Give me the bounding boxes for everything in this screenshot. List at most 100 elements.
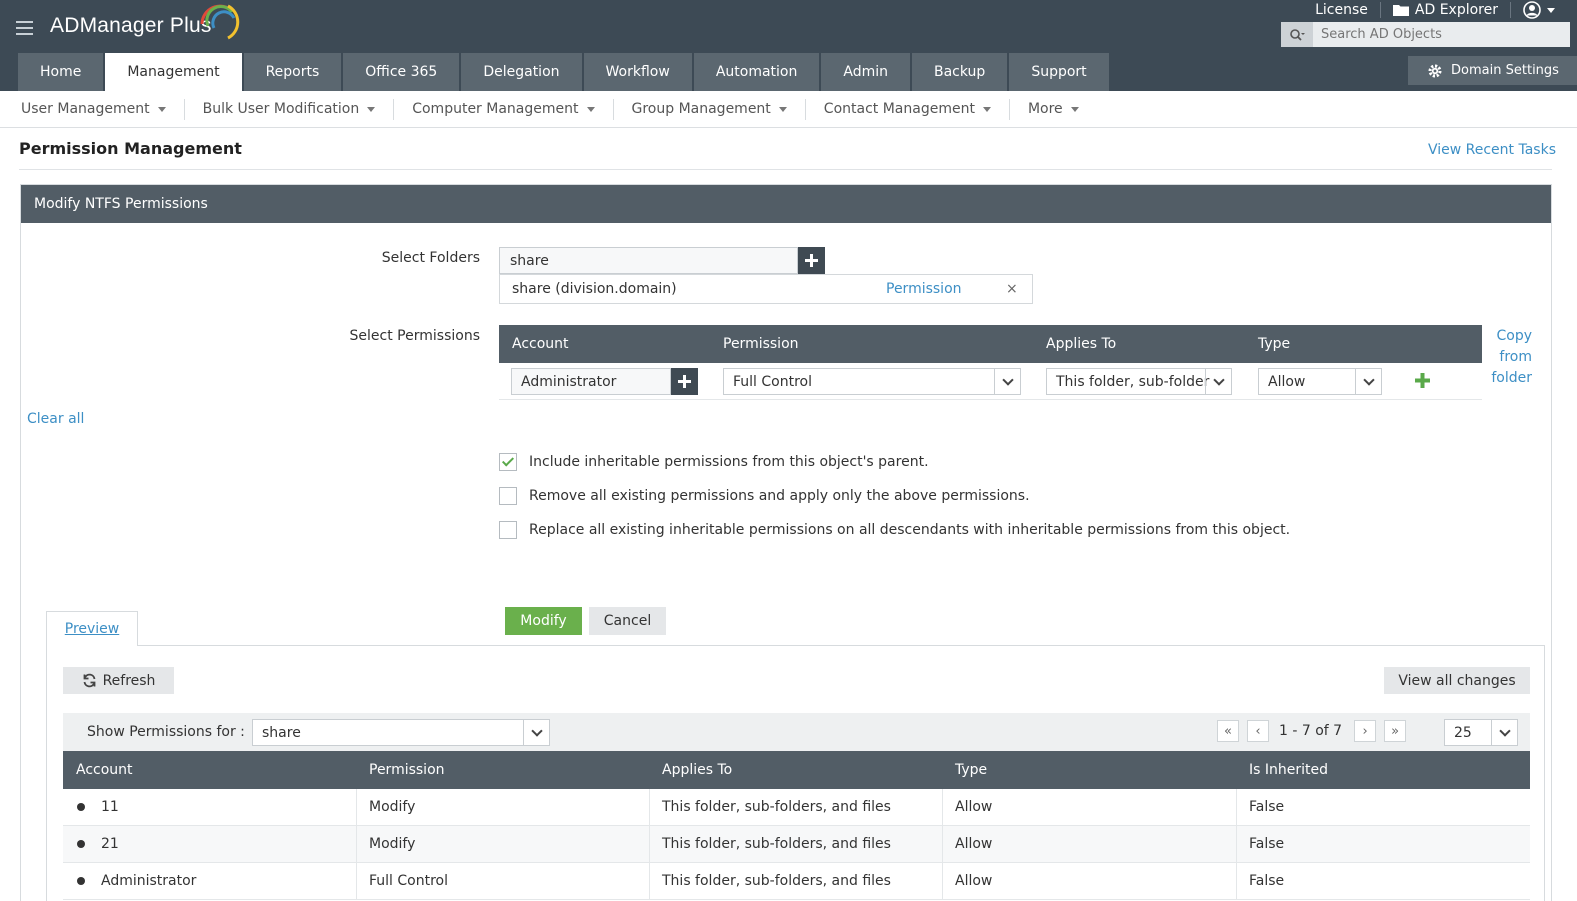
tab-workflow[interactable]: Workflow xyxy=(583,53,692,91)
cell-type: Allow xyxy=(955,873,993,889)
remove-folder-icon[interactable]: × xyxy=(1006,281,1018,297)
show-permissions-select[interactable]: share xyxy=(252,719,550,746)
divider xyxy=(1236,789,1237,826)
cell-permission: Full Control xyxy=(369,873,448,889)
next-page-button[interactable]: › xyxy=(1354,720,1377,742)
checkbox[interactable] xyxy=(499,521,517,539)
first-page-button[interactable]: « xyxy=(1217,720,1239,742)
menu-icon[interactable] xyxy=(16,21,33,35)
copy-from-folder-link[interactable]: Copy from folder xyxy=(1482,326,1532,389)
chevron-down-icon xyxy=(586,106,595,112)
subnav-computer-management[interactable]: Computer Management xyxy=(412,98,614,120)
subnav-group-management[interactable]: Group Management xyxy=(631,98,806,120)
page-size-select[interactable]: 25 xyxy=(1444,719,1518,746)
subnav-more[interactable]: More xyxy=(1028,99,1097,120)
app-logo[interactable]: ADManager Plus xyxy=(50,14,212,38)
divider xyxy=(19,169,1552,170)
chevron-down-icon xyxy=(1491,720,1517,745)
refresh-button[interactable]: Refresh xyxy=(63,667,174,694)
option-include-inheritable[interactable]: Include inheritable permissions from thi… xyxy=(499,453,929,471)
tab-automation[interactable]: Automation xyxy=(693,53,820,91)
search-glyph-icon xyxy=(1290,28,1305,41)
plus-icon xyxy=(805,254,818,267)
user-menu[interactable] xyxy=(1511,0,1567,20)
top-header: ADManager Plus License AD Explorer Searc… xyxy=(0,0,1577,91)
show-permissions-value: share xyxy=(262,724,301,741)
refresh-label: Refresh xyxy=(102,672,156,689)
domain-settings-button[interactable]: Domain Settings xyxy=(1408,56,1577,85)
divider xyxy=(1236,863,1237,900)
chevron-down-icon xyxy=(778,106,787,112)
search-icon[interactable] xyxy=(1281,22,1313,47)
subnav-label: Contact Management xyxy=(823,101,975,117)
preview-tab-label: Preview xyxy=(64,621,120,637)
chevron-down-icon xyxy=(157,106,166,112)
divider xyxy=(356,826,357,863)
tab-support[interactable]: Support xyxy=(1009,53,1109,91)
subnav-label: Group Management xyxy=(631,101,771,117)
checkbox[interactable] xyxy=(499,487,517,505)
tab-backup[interactable]: Backup xyxy=(911,53,1008,91)
preview-panel: Refresh View all changes Show Permission… xyxy=(46,645,1545,901)
chevron-down-icon xyxy=(367,106,376,112)
checkbox-checked[interactable] xyxy=(499,453,517,471)
tab-reports[interactable]: Reports xyxy=(243,53,342,91)
subnav-bulk-user-modification[interactable]: Bulk User Modification xyxy=(202,98,395,120)
page-range-text: 1 - 7 of 7 xyxy=(1279,723,1343,739)
chevron-down-icon xyxy=(1070,106,1079,112)
prev-page-button[interactable]: ‹ xyxy=(1247,720,1269,742)
folder-input[interactable]: share xyxy=(499,247,798,274)
clear-all-link[interactable]: Clear all xyxy=(27,411,84,427)
option-replace-descendants[interactable]: Replace all existing inheritable permiss… xyxy=(499,521,1290,539)
chevron-down-icon xyxy=(1205,369,1231,394)
subnav-user-management[interactable]: User Management xyxy=(21,98,185,120)
applies-to-select[interactable]: This folder, sub-folder xyxy=(1046,368,1232,395)
copy-text: from xyxy=(1499,349,1532,365)
col-account: Account xyxy=(512,336,569,352)
divider xyxy=(649,863,650,900)
tab-home[interactable]: Home xyxy=(18,53,104,91)
cell-applies-to: This folder, sub-folders, and files xyxy=(662,873,891,889)
account-input[interactable]: Administrator xyxy=(511,368,671,395)
add-account-button[interactable] xyxy=(671,368,698,395)
option-remove-existing[interactable]: Remove all existing permissions and appl… xyxy=(499,487,1030,505)
add-permission-row-icon[interactable] xyxy=(1415,373,1430,388)
subnav-label: Bulk User Modification xyxy=(202,101,360,117)
ad-explorer-link[interactable]: AD Explorer xyxy=(1381,0,1510,20)
add-folder-button[interactable] xyxy=(798,247,825,274)
cancel-button[interactable]: Cancel xyxy=(589,607,666,635)
show-permissions-bar: Show Permissions for : share « ‹ 1 - 7 o… xyxy=(63,713,1530,751)
refresh-icon xyxy=(83,673,95,688)
table-row[interactable]: Administrator Full Control This folder, … xyxy=(63,863,1530,900)
col-account: Account xyxy=(76,762,133,778)
table-row[interactable]: 21 Modify This folder, sub-folders, and … xyxy=(63,826,1530,863)
tab-management[interactable]: Management xyxy=(105,53,242,91)
folder-permission-link[interactable]: Permission xyxy=(886,281,962,297)
subnav-label: More xyxy=(1027,101,1063,117)
select-permissions-label: Select Permissions xyxy=(349,328,480,344)
view-all-changes-button[interactable]: View all changes xyxy=(1384,667,1530,694)
table-row[interactable]: 11 Modify This folder, sub-folders, and … xyxy=(63,789,1530,826)
license-link[interactable]: License xyxy=(1303,0,1380,20)
tab-delegation[interactable]: Delegation xyxy=(461,53,582,91)
selected-folder-name: share (division.domain) xyxy=(512,281,677,297)
tab-preview[interactable]: Preview xyxy=(46,611,138,646)
modify-button[interactable]: Modify xyxy=(505,607,582,635)
tab-admin[interactable]: Admin xyxy=(821,53,910,91)
type-select[interactable]: Allow xyxy=(1258,368,1382,395)
view-recent-tasks-link[interactable]: View Recent Tasks xyxy=(1428,142,1556,158)
permission-entry-row: Administrator Full Control This folder, … xyxy=(499,363,1482,400)
page-title: Permission Management xyxy=(19,139,242,158)
divider xyxy=(942,863,943,900)
type-value: Allow xyxy=(1268,373,1306,390)
bullet-icon xyxy=(77,803,85,811)
pagination: « ‹ 1 - 7 of 7 › » xyxy=(1217,720,1414,742)
cell-is-inherited: False xyxy=(1249,799,1285,815)
permission-select[interactable]: Full Control xyxy=(723,368,1021,395)
option-label: Remove all existing permissions and appl… xyxy=(529,488,1030,504)
last-page-button[interactable]: » xyxy=(1384,720,1407,742)
subnav-contact-management[interactable]: Contact Management xyxy=(823,98,1010,120)
search-input[interactable] xyxy=(1313,22,1563,47)
chevron-down-icon xyxy=(523,720,549,745)
tab-office-365[interactable]: Office 365 xyxy=(343,53,460,91)
